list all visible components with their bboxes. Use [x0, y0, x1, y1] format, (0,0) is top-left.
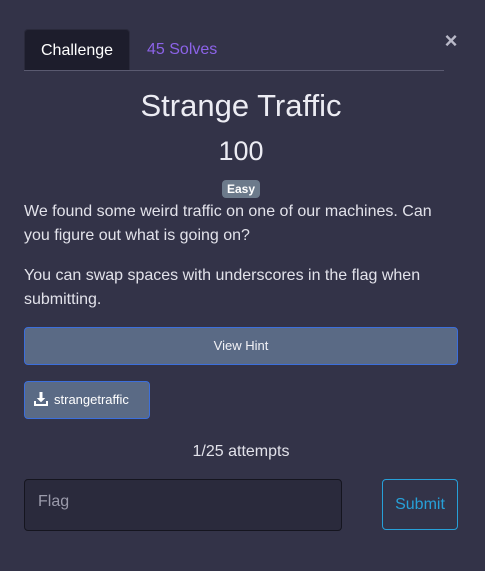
challenge-title: Strange Traffic — [140, 88, 342, 123]
submit-button[interactable]: Submit — [382, 479, 458, 530]
attempts-counter: 1/25 attempts — [192, 443, 290, 460]
view-hint-button[interactable]: View Hint — [24, 327, 458, 365]
challenge-description: We found some weird traffic on one of ou… — [24, 203, 432, 244]
tab-solves[interactable]: 45 Solves — [131, 29, 233, 70]
flag-input[interactable] — [24, 479, 342, 531]
challenge-points: 100 — [218, 136, 264, 166]
file-name: strangetraffic — [54, 392, 129, 407]
difficulty-badge: Easy — [222, 180, 260, 198]
close-icon[interactable]: × — [442, 30, 460, 52]
challenge-note: You can swap spaces with underscores in … — [24, 267, 421, 308]
tab-challenge[interactable]: Challenge — [24, 29, 130, 70]
tab-bar: Challenge 45 Solves — [24, 29, 444, 71]
challenge-modal: × Challenge 45 Solves Strange Traffic 10… — [0, 0, 485, 571]
file-download-button[interactable]: strangetraffic — [24, 381, 150, 419]
download-icon — [34, 392, 48, 406]
